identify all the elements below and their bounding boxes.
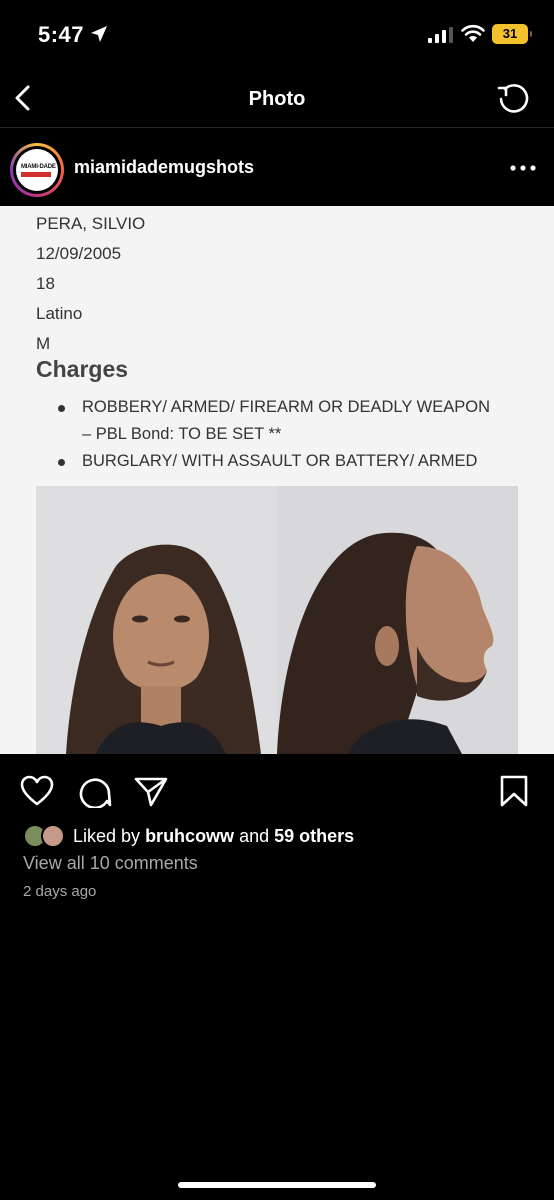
post-header: MIAMI-DADE miamidademugshots [0, 130, 554, 206]
liker-avatar [41, 824, 65, 848]
inmate-name: PERA, SILVIO [36, 214, 146, 233]
account-avatar[interactable]: MIAMI-DADE [10, 143, 64, 197]
save-bookmark-icon[interactable] [497, 774, 531, 808]
likes-others[interactable]: 59 others [274, 826, 354, 846]
comment-bubble-icon[interactable] [78, 774, 112, 808]
charges-heading: Charges [36, 356, 129, 382]
status-time: 5:47 [38, 22, 85, 47]
avatar-logo-text: MIAMI-DADE [21, 164, 56, 170]
like-heart-icon[interactable] [20, 774, 54, 808]
refresh-icon[interactable] [496, 82, 530, 116]
post-actions [0, 754, 554, 824]
charge-bullet [58, 459, 65, 466]
page-title: Photo [248, 88, 306, 110]
more-options-icon[interactable] [510, 165, 536, 171]
charge-item: ROBBERY/ ARMED/ FIREARM OR DEADLY WEAPON… [82, 394, 490, 448]
inmate-ethnicity: Latino [36, 304, 83, 323]
post-photo[interactable]: PERA, SILVIO 12/09/2005 18 Latino M Char… [0, 206, 554, 754]
charge-line: ROBBERY/ ARMED/ FIREARM OR DEADLY WEAPON [82, 398, 490, 416]
mugshot-profile [277, 486, 518, 754]
charge-line: BURGLARY/ WITH ASSAULT OR BATTERY/ ARMED [82, 452, 478, 470]
share-send-icon[interactable] [134, 774, 168, 808]
charge-line: – PBL Bond: TO BE SET ** [82, 425, 282, 443]
mugshot-profile-image [277, 486, 518, 754]
account-logo: MIAMI-DADE [16, 149, 58, 191]
liker-username[interactable]: bruhcoww [145, 826, 234, 846]
likes-middle: and [239, 826, 270, 846]
location-arrow-icon [91, 26, 107, 42]
charge-bullet [58, 405, 65, 412]
mugshot-front-image [36, 486, 277, 754]
charge-item: BURGLARY/ WITH ASSAULT OR BATTERY/ ARMED [82, 448, 477, 475]
liker-avatars [23, 824, 69, 850]
status-bar: 5:47 31 [0, 0, 554, 70]
likes-text: Liked by bruhcoww and 59 others [73, 826, 354, 847]
inmate-dob: 12/09/2005 [36, 244, 122, 263]
cellular-signal-icon [428, 27, 453, 43]
likes-prefix: Liked by [73, 826, 141, 846]
mugshot-front [36, 486, 277, 754]
inmate-sex: M [36, 334, 51, 353]
wifi-icon [461, 24, 485, 42]
view-comments-link[interactable]: View all 10 comments [23, 853, 198, 874]
top-nav: Photo [0, 70, 554, 128]
home-indicator[interactable] [178, 1182, 376, 1188]
inmate-age: 18 [36, 274, 55, 293]
post-username[interactable]: miamidademugshots [74, 157, 254, 178]
post-timestamp: 2 days ago [23, 883, 97, 900]
battery-icon: 31 [492, 24, 532, 44]
likes-row[interactable]: Liked by bruhcoww and 59 others [0, 824, 554, 852]
